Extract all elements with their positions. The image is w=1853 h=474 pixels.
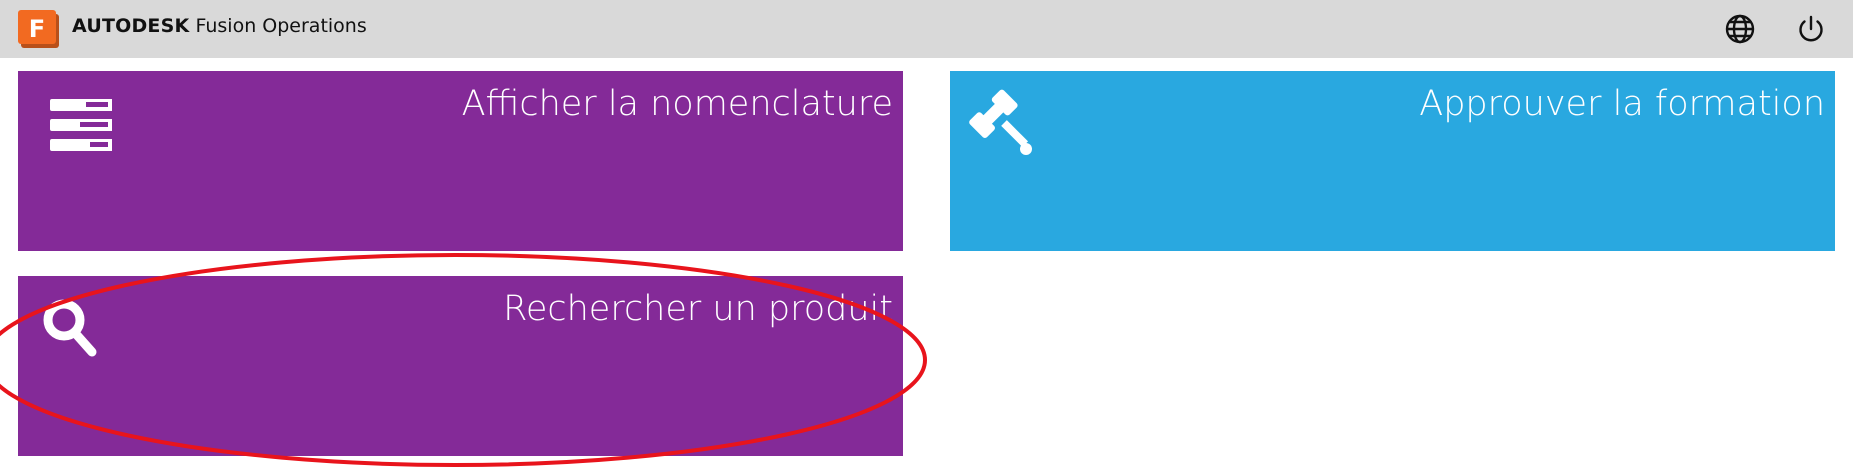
app-title: AUTODESK Fusion Operations — [72, 14, 367, 38]
tile-label: Afficher la nomenclature — [461, 84, 893, 124]
logo-letter: F — [29, 15, 45, 43]
search-icon — [43, 299, 97, 357]
power-icon[interactable] — [1795, 13, 1827, 45]
tile-label: Rechercher un produit — [503, 289, 893, 329]
brand-company: AUTODESK — [72, 15, 190, 37]
gavel-icon — [969, 89, 1032, 155]
brand-product: Fusion Operations — [195, 15, 367, 37]
top-bar: F AUTODESK Fusion Operations — [0, 0, 1853, 58]
list-icon — [50, 99, 112, 151]
tile-bill-of-materials[interactable]: Afficher la nomenclature — [18, 71, 903, 251]
globe-icon[interactable] — [1724, 13, 1756, 45]
tile-approve-training[interactable]: Approuver la formation — [950, 71, 1835, 251]
tile-label: Approuver la formation — [1419, 84, 1825, 124]
tile-search-product[interactable]: Rechercher un produit — [18, 276, 903, 456]
fusion-logo: F — [18, 10, 59, 48]
